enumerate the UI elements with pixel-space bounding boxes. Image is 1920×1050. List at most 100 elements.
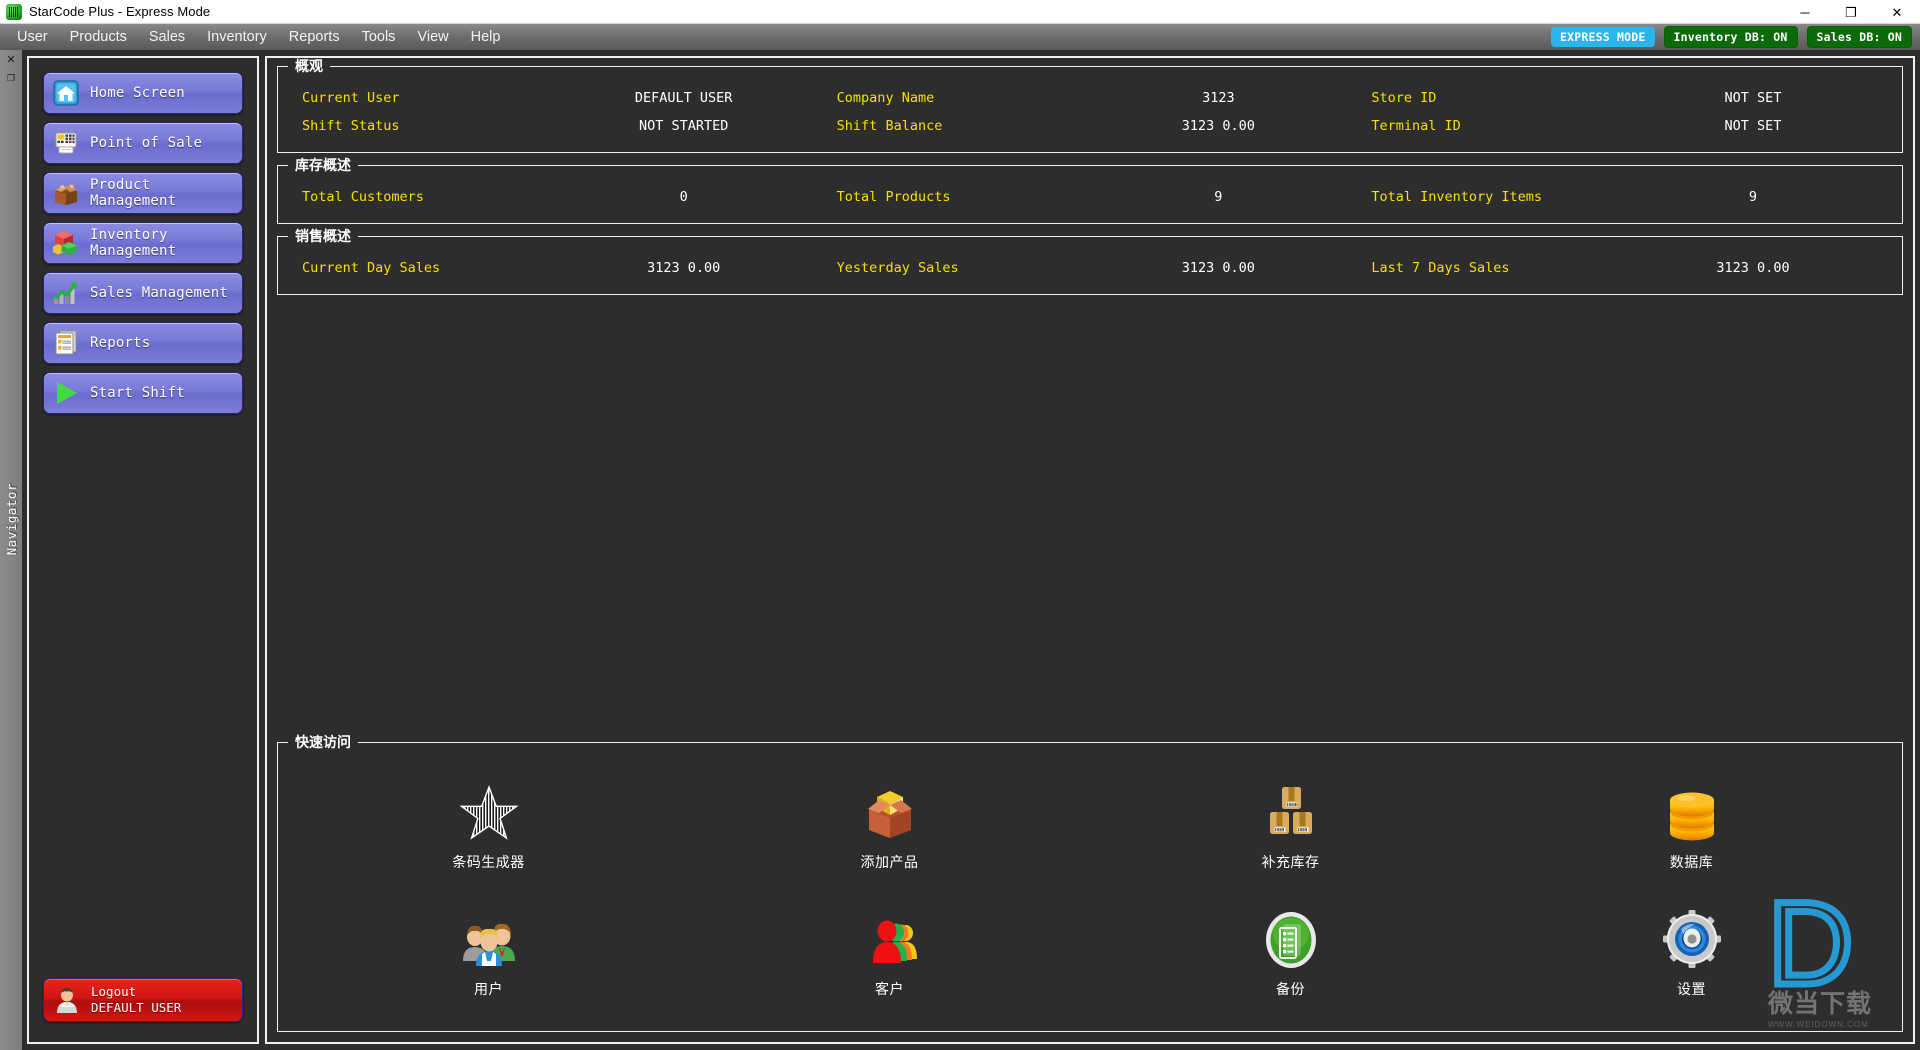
badge-inventory-db: Inventory DB: ON: [1663, 26, 1798, 48]
window-title: StarCode Plus - Express Mode: [29, 4, 211, 19]
minimize-button[interactable]: ─: [1782, 0, 1828, 24]
field-label: Current User: [302, 90, 400, 106]
menu-user[interactable]: User: [6, 25, 59, 49]
title-bar: StarCode Plus - Express Mode ─ ❐ ✕: [0, 0, 1920, 24]
quick-access-label: 客户: [875, 980, 904, 997]
group-line-left: [278, 741, 288, 743]
field-company-name: Company Name 3123: [823, 90, 1358, 106]
quick-access-database[interactable]: 数据库: [1491, 764, 1892, 891]
sidebar-item-label: Reports: [90, 335, 151, 351]
sales-chart-icon: [52, 279, 80, 307]
inventory-overview-row: Total Customers 0 Total Products 9 Total…: [288, 183, 1892, 211]
logout-label-block: Logout DEFAULT USER: [91, 984, 181, 1016]
menu-view[interactable]: View: [406, 25, 459, 49]
inventory-blocks-icon: [52, 229, 80, 257]
menu-products[interactable]: Products: [59, 25, 138, 49]
group-line-right: [330, 65, 1902, 67]
group-line-left: [278, 235, 288, 237]
sidebar-item-start-shift[interactable]: Start Shift: [43, 372, 243, 414]
close-button[interactable]: ✕: [1874, 0, 1920, 24]
quick-access-label: 备份: [1276, 980, 1305, 997]
database-icon: [1661, 782, 1723, 844]
gear-settings-icon: [1661, 909, 1723, 971]
field-label: Store ID: [1371, 90, 1437, 106]
field-value: NOT SET: [1724, 90, 1782, 106]
sidebar-item-home-screen[interactable]: Home Screen: [43, 72, 243, 114]
field-label: Last 7 Days Sales: [1371, 260, 1510, 276]
menu-sales[interactable]: Sales: [138, 25, 196, 49]
field-label: Terminal ID: [1371, 118, 1461, 134]
barcode-star-icon: [458, 782, 520, 844]
field-label: Total Inventory Items: [1371, 189, 1543, 205]
badge-express-mode: EXPRESS MODE: [1551, 27, 1655, 47]
field-value: 3123: [1202, 90, 1235, 106]
quick-access-label: 数据库: [1669, 854, 1714, 871]
field-label: Company Name: [836, 90, 935, 106]
quick-access-settings[interactable]: 设置: [1491, 891, 1892, 1018]
logout-title: Logout: [91, 984, 137, 999]
menu-tools[interactable]: Tools: [351, 25, 407, 49]
field-shift-balance: Shift Balance 3123 0.00: [823, 118, 1358, 134]
quick-access-users[interactable]: 用户: [288, 891, 689, 1018]
field-value: 0: [679, 189, 688, 205]
quick-access-customers[interactable]: 客户: [689, 891, 1090, 1018]
backup-icon: [1260, 909, 1322, 971]
restock-boxes-icon: [1260, 782, 1322, 844]
menu-bar: User Products Sales Inventory Reports To…: [0, 24, 1920, 50]
logout-button[interactable]: Logout DEFAULT USER: [43, 978, 243, 1022]
watermark-url: WWW.WEIDOWN.COM: [1768, 1020, 1869, 1030]
quick-access-restock[interactable]: 补充库存: [1090, 764, 1491, 891]
menu-reports[interactable]: Reports: [278, 25, 351, 49]
float-window-icon[interactable]: ❐: [2, 70, 20, 86]
logout-username: DEFAULT USER: [91, 1000, 182, 1015]
field-value: 9: [1748, 189, 1758, 205]
maximize-button[interactable]: ❐: [1828, 0, 1874, 24]
field-shift-status: Shift Status NOT STARTED: [288, 118, 823, 134]
group-line-right: [358, 235, 1902, 237]
sales-overview-group-header: 销售概述: [278, 226, 1902, 246]
field-value: NOT SET: [1724, 118, 1782, 134]
point-of-sale-icon: [52, 129, 80, 157]
user-avatar-icon: [53, 986, 81, 1014]
field-value: 3123 0.00: [1716, 260, 1790, 276]
quick-access-barcode-generator[interactable]: 条码生成器: [288, 764, 689, 891]
sidebar-item-point-of-sale[interactable]: Point of Sale: [43, 122, 243, 164]
quick-access-grid: 条码生成器 添加产品 补充库存 数据库 用户 客户 备份 设置: [288, 764, 1892, 1017]
menu-inventory[interactable]: Inventory: [196, 25, 278, 49]
add-product-box-icon: [859, 782, 921, 844]
badge-sales-db: Sales DB: ON: [1806, 26, 1912, 48]
group-line-left: [278, 65, 288, 67]
menu-help[interactable]: Help: [460, 25, 512, 49]
main-shell: ✕ ❐ Navigator Home Screen Point of Sale …: [0, 50, 1920, 1050]
sidebar-item-reports[interactable]: Reports: [43, 322, 243, 364]
field-current-user: Current User DEFAULT USER: [288, 90, 823, 106]
quick-access-label: 用户: [474, 980, 503, 997]
field-label: Current Day Sales: [302, 260, 441, 276]
field-value: DEFAULT USER: [634, 90, 733, 106]
quick-access-label: 添加产品: [860, 854, 919, 871]
field-value: NOT STARTED: [638, 118, 729, 134]
overview-group-title: 概观: [295, 58, 323, 74]
sidebar-item-inventory-management[interactable]: Inventory Management: [43, 222, 243, 264]
field-label: Shift Balance: [836, 118, 943, 134]
field-terminal-id: Terminal ID NOT SET: [1357, 118, 1892, 134]
sales-overview-group-title: 销售概述: [295, 228, 351, 244]
sidebar-item-product-management[interactable]: Product Management: [43, 172, 243, 214]
navigator-spacer: [43, 422, 243, 978]
home-screen-content: 概观 Current User DEFAULT USER Company Nam…: [265, 56, 1915, 1044]
sidebar-item-label: Inventory Management: [90, 227, 177, 259]
customers-icon: [859, 909, 921, 971]
quick-access-add-product[interactable]: 添加产品: [689, 764, 1090, 891]
field-current-day-sales: Current Day Sales 3123 0.00: [288, 260, 823, 276]
home-icon: [52, 79, 80, 107]
sidebar-item-sales-management[interactable]: Sales Management: [43, 272, 243, 314]
sales-overview-group: 销售概述 Current Day Sales 3123 0.00 Yesterd…: [277, 228, 1903, 295]
quick-access-backup[interactable]: 备份: [1090, 891, 1491, 1018]
field-total-products: Total Products 9: [823, 189, 1358, 205]
users-group-icon: [458, 909, 520, 971]
field-label: Total Customers: [302, 189, 424, 205]
quick-access-label: 补充库存: [1261, 854, 1320, 871]
close-icon[interactable]: ✕: [2, 52, 20, 68]
field-total-inventory-items: Total Inventory Items 9: [1357, 189, 1892, 205]
